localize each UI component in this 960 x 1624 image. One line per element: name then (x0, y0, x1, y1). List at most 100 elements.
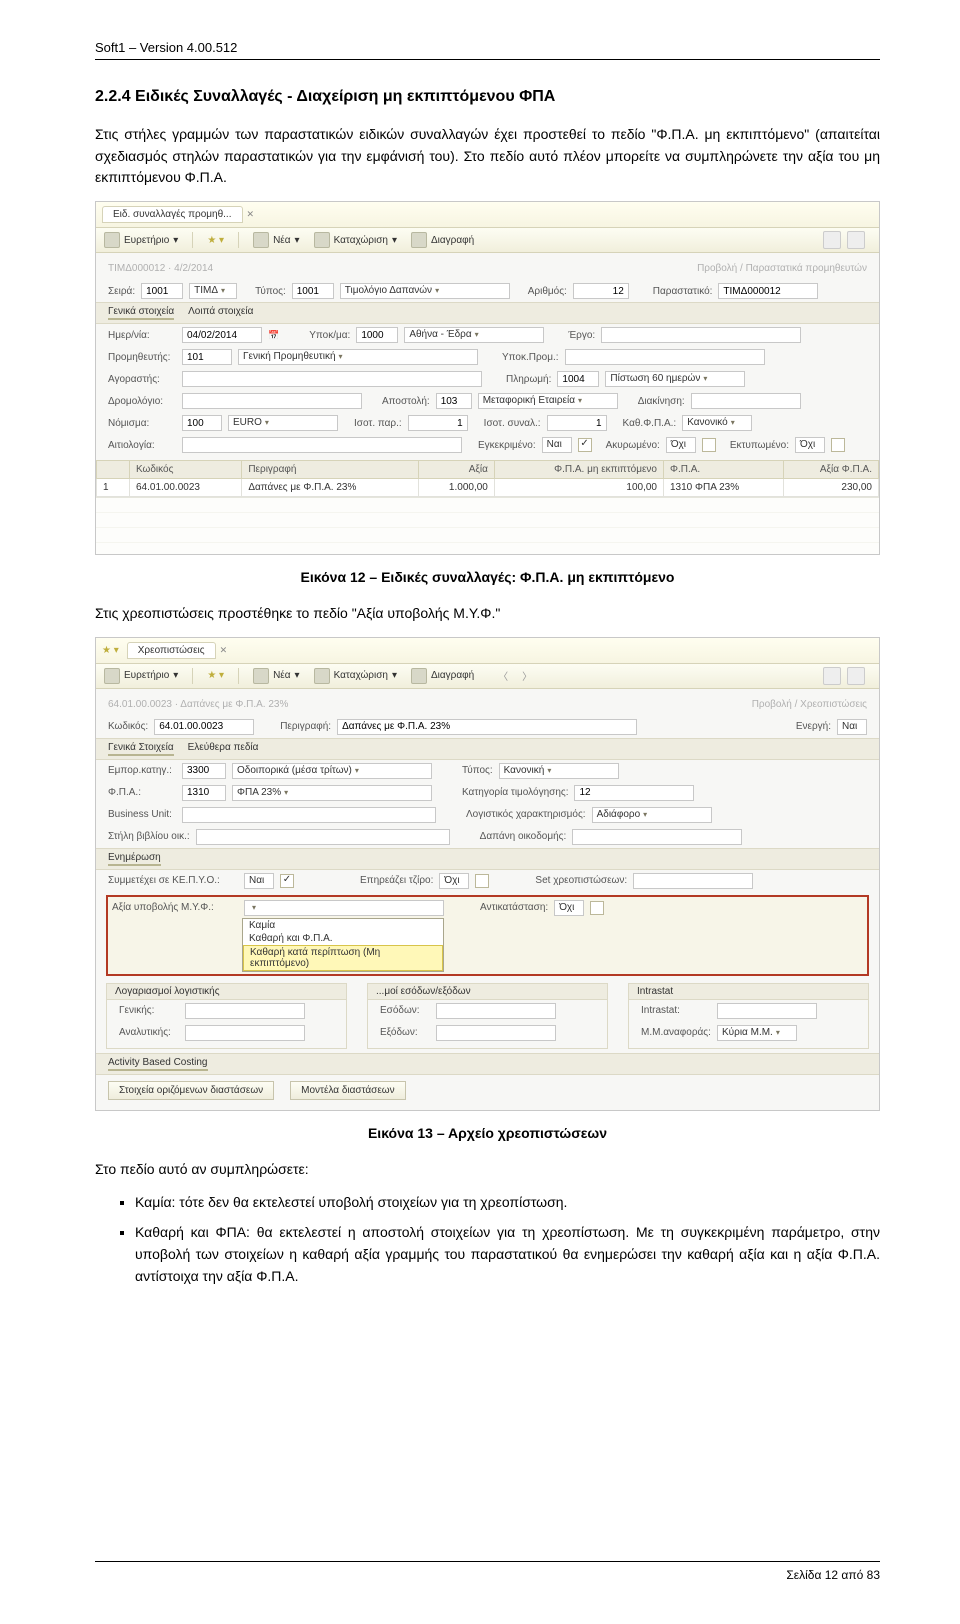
code-field[interactable] (154, 719, 254, 735)
index-button-2[interactable]: Ευρετήριο ▾ (104, 668, 178, 684)
myf-option-netvat[interactable]: Καθαρή και Φ.Π.Α. (243, 932, 443, 945)
vatstat-field[interactable]: Κανονικό (682, 415, 752, 431)
series-text[interactable]: ΤΙΜΔ (189, 283, 237, 299)
print-icon[interactable] (847, 231, 865, 249)
save-button[interactable]: Καταχώριση ▾ (314, 232, 397, 248)
number-field[interactable] (573, 283, 629, 299)
new-icon (253, 232, 269, 248)
type-code[interactable] (292, 283, 334, 299)
empcat-code[interactable] (182, 763, 226, 779)
paragraph-fill: Στο πεδίο αυτό αν συμπληρώσετε: (95, 1159, 880, 1181)
myf-dropdown[interactable] (244, 900, 444, 916)
groupbox-intrastat: Intrastat Intrastat: Μ.Μ.αναφοράς:Κύρια … (628, 983, 869, 1049)
desc-field[interactable] (337, 719, 637, 735)
gen-field[interactable] (185, 1003, 305, 1019)
myf-dropdown-list[interactable]: Καμία Καθαρή και Φ.Π.Α. Καθαρή κατά περί… (242, 918, 444, 972)
delete-button[interactable]: Διαγραφή (411, 232, 474, 248)
branch-code[interactable] (356, 327, 398, 343)
dimension-elements-button[interactable]: Στοιχεία οριζόμενων διαστάσεων (108, 1081, 274, 1100)
type-text[interactable]: Τιμολόγιο Δαπανών (340, 283, 510, 299)
supplier-text[interactable]: Γενική Προμηθευτική (238, 349, 478, 365)
window-tab-2[interactable]: Χρεοπιστώσεις (127, 642, 216, 659)
move-field[interactable] (691, 393, 801, 409)
anal-field[interactable] (185, 1025, 305, 1041)
logchar-field[interactable]: Αδιάφορο (592, 807, 712, 823)
dimension-models-button[interactable]: Μοντέλα διαστάσεων (290, 1081, 405, 1100)
label-printed: Εκτυπωμένο: (730, 440, 789, 451)
exod-field[interactable] (436, 1025, 556, 1041)
tab-general[interactable]: Γενικά στοιχεία (108, 306, 174, 320)
invcat-field[interactable] (574, 785, 694, 801)
index-button[interactable]: Ευρετήριο ▾ (104, 232, 178, 248)
setchr-field[interactable] (633, 873, 753, 889)
subsupplier-field[interactable] (565, 349, 765, 365)
docno-field[interactable] (718, 283, 818, 299)
mm-field[interactable]: Κύρια Μ.Μ. (717, 1025, 797, 1041)
bu-field[interactable] (182, 807, 436, 823)
label-ship: Αποστολή: (382, 396, 430, 407)
ship-text[interactable]: Μεταφορική Εταιρεία (478, 393, 618, 409)
new-button[interactable]: Νέα ▾ (253, 232, 300, 248)
td-nded: 100,00 (494, 479, 663, 497)
groupbox-incomeexp: ...μοί εσόδων/εξόδων Εσόδων: Εξόδων: (367, 983, 608, 1049)
supplier-code[interactable] (182, 349, 232, 365)
currency-text[interactable]: EURO (228, 415, 338, 431)
th-code: Κωδικός (130, 461, 242, 479)
th-value: Αξία (419, 461, 495, 479)
route-field[interactable] (182, 393, 362, 409)
replace-check[interactable] (590, 901, 604, 915)
kepyo-check[interactable] (280, 874, 294, 888)
tools-icon[interactable] (823, 231, 841, 249)
label-supplier: Προμηθευτής: (108, 352, 176, 363)
tab-general-2[interactable]: Γενικά Στοιχεία (108, 742, 174, 756)
empcat-text[interactable]: Οδοιπορικά (μέσα τρίτων) (232, 763, 432, 779)
tab-close-icon-2[interactable]: ✕ (220, 645, 228, 656)
td-rownum: 1 (97, 479, 130, 497)
payment-text[interactable]: Πίστωση 60 ημερών (605, 371, 745, 387)
save-label-2: Καταχώριση (334, 670, 388, 681)
label-anal: Αναλυτικής: (119, 1027, 179, 1038)
payment-code[interactable] (557, 371, 599, 387)
canceled-check[interactable] (702, 438, 716, 452)
label-approved: Εγκεκριμένο: (478, 440, 536, 451)
tziro-check[interactable] (475, 874, 489, 888)
myf-option-none[interactable]: Καμία (243, 919, 443, 932)
approved-check[interactable] (578, 438, 592, 452)
branch-text[interactable]: Αθήνα - Έδρα (404, 327, 544, 343)
ship-code[interactable] (436, 393, 472, 409)
label-active: Ενεργή: (796, 721, 831, 732)
project-field[interactable] (601, 327, 801, 343)
buyer-field[interactable] (182, 371, 482, 387)
intrastat-field[interactable] (717, 1003, 817, 1019)
td-vat: 1310 ΦΠΑ 23% (663, 479, 783, 497)
currency-code[interactable] (182, 415, 222, 431)
type2-field[interactable]: Κανονική (499, 763, 619, 779)
vat2-code[interactable] (182, 785, 226, 801)
tab-freefields[interactable]: Ελεύθερα πεδία (188, 742, 259, 756)
save-button-2[interactable]: Καταχώριση ▾ (314, 668, 397, 684)
new-button-2[interactable]: Νέα ▾ (253, 668, 300, 684)
tab-other[interactable]: Λοιπά στοιχεία (188, 306, 253, 320)
printed-check[interactable] (831, 438, 845, 452)
series-code[interactable] (141, 283, 183, 299)
bldexp-field (572, 829, 742, 845)
tools-icon-2[interactable] (823, 667, 841, 685)
label-vatstat: Καθ.Φ.Π.Α.: (623, 418, 677, 429)
date-field[interactable] (182, 327, 262, 343)
nav-next-icon[interactable]: 〉 (522, 668, 532, 683)
delete-button-2[interactable]: Διαγραφή (411, 668, 474, 684)
label-ratep: Ισοτ. παρ.: (354, 418, 402, 429)
lines-table: Κωδικός Περιγραφή Αξία Φ.Π.Α. μη εκπιπτό… (96, 460, 879, 497)
window-tab[interactable]: Ειδ. συναλλαγές προμηθ... (102, 206, 243, 223)
tab-close-icon[interactable]: ✕ (247, 209, 255, 220)
myf-option-percase[interactable]: Καθαρή κατά περίπτωση (Μη εκπιπτόμενο) (243, 945, 443, 971)
vat2-text[interactable]: ΦΠΑ 23% (232, 785, 432, 801)
figure-caption-13: Εικόνα 13 – Αρχείο χρεοπιστώσεων (95, 1125, 880, 1141)
esod-field[interactable] (436, 1003, 556, 1019)
reason-field[interactable] (182, 437, 462, 453)
table-row[interactable]: 1 64.01.00.0023 Δαπάνες με Φ.Π.Α. 23% 1.… (97, 479, 879, 497)
print-icon-2[interactable] (847, 667, 865, 685)
rates-field[interactable] (547, 415, 607, 431)
nav-prev-icon[interactable]: 〈 (498, 668, 508, 683)
ratep-field[interactable] (408, 415, 468, 431)
